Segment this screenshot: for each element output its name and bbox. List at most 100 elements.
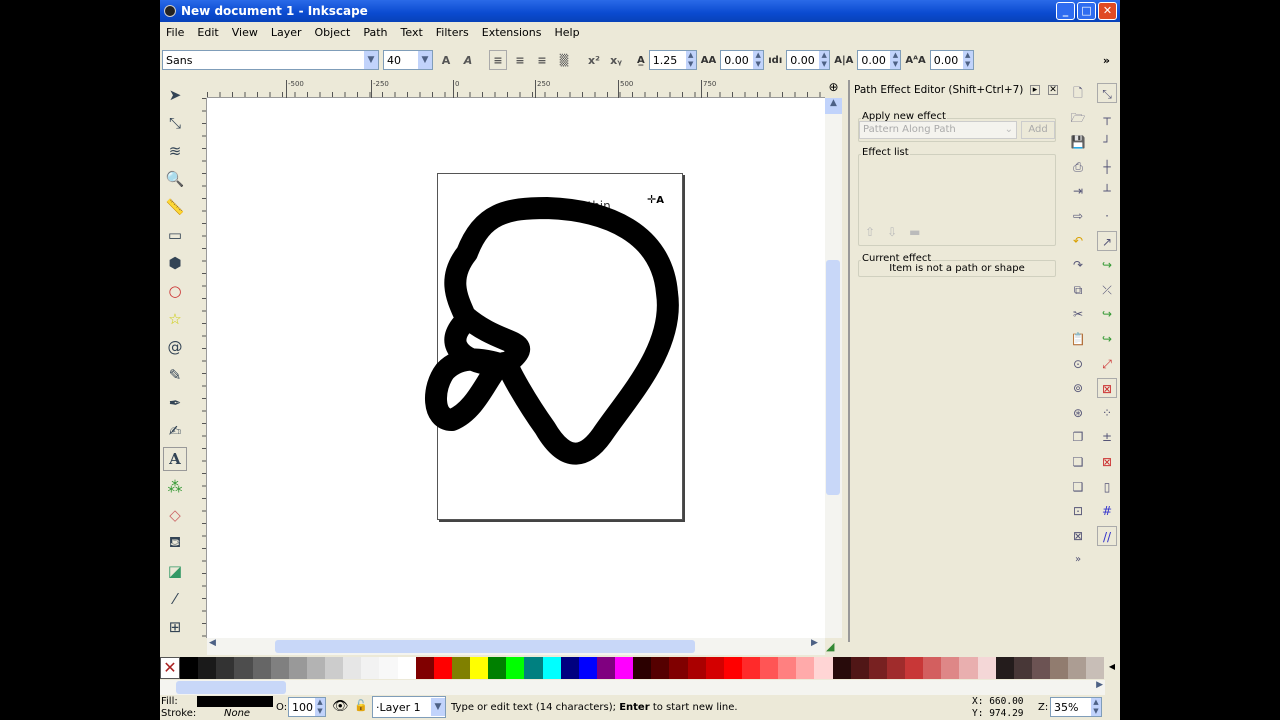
menu-layer[interactable]: Layer: [271, 26, 302, 39]
spiral-tool-icon[interactable]: @: [163, 335, 187, 359]
color-swatch[interactable]: [651, 657, 670, 679]
spin-icon[interactable]: ▲ ▼: [685, 51, 696, 69]
color-swatch[interactable]: [542, 657, 561, 679]
no-paint-swatch[interactable]: ✕: [160, 657, 180, 679]
color-swatch[interactable]: [705, 657, 724, 679]
superscript-icon[interactable]: x²: [585, 50, 603, 70]
italic-icon[interactable]: A: [459, 50, 477, 70]
color-swatch[interactable]: [506, 657, 525, 679]
snap-enable-icon[interactable]: ⤡: [1097, 83, 1117, 103]
toolbar-overflow-button[interactable]: »: [1103, 54, 1110, 67]
import-icon[interactable]: ⇥: [1068, 181, 1088, 201]
chevron-down-icon[interactable]: ▼: [364, 51, 378, 69]
snap-smooth-icon[interactable]: ↪: [1097, 329, 1117, 349]
minimize-button[interactable]: _: [1056, 2, 1075, 20]
color-swatch[interactable]: [361, 657, 380, 679]
lock-icon[interactable]: 🔓: [354, 699, 368, 712]
close-button[interactable]: ✕: [1098, 2, 1117, 20]
menu-path[interactable]: Path: [363, 26, 387, 39]
menu-object[interactable]: Object: [315, 26, 351, 39]
color-swatch[interactable]: [1050, 657, 1069, 679]
dock-icon[interactable]: ▸: [1030, 85, 1040, 95]
vertical-scrollbar[interactable]: ▲: [825, 98, 842, 638]
color-swatch[interactable]: [343, 657, 362, 679]
clone-icon[interactable]: ❏: [1068, 452, 1088, 472]
export-icon[interactable]: ⇨: [1068, 206, 1088, 226]
menu-edit[interactable]: Edit: [197, 26, 218, 39]
fill-swatch[interactable]: [197, 696, 273, 707]
justify-icon[interactable]: ▒: [555, 50, 573, 70]
paint-bucket-tool-icon[interactable]: ⛾: [163, 531, 187, 555]
kerning-input[interactable]: 0.00 ▲ ▼: [857, 50, 902, 70]
horizontal-ruler[interactable]: -500 -250 0 250 500 750: [207, 80, 825, 98]
save-icon[interactable]: 💾: [1068, 132, 1088, 152]
color-swatch[interactable]: [379, 657, 398, 679]
color-swatch[interactable]: [325, 657, 344, 679]
palette-menu-icon[interactable]: ◀: [1104, 657, 1120, 679]
spin-icon[interactable]: ▲ ▼: [890, 51, 901, 69]
ellipse-tool-icon[interactable]: ○: [163, 279, 187, 303]
close-dialog-icon[interactable]: ✕: [1048, 85, 1058, 95]
font-size-select[interactable]: 40 ▼: [383, 50, 433, 70]
menu-filters[interactable]: Filters: [436, 26, 469, 39]
color-swatch[interactable]: [216, 657, 235, 679]
node-tool-icon[interactable]: ⤡: [163, 111, 187, 135]
color-swatch[interactable]: [741, 657, 760, 679]
copy-icon[interactable]: ⧉: [1068, 280, 1088, 300]
word-spacing-input[interactable]: 0.00 ▲ ▼: [786, 50, 831, 70]
chevron-down-icon[interactable]: ▼: [431, 698, 445, 716]
rectangle-tool-icon[interactable]: ▭: [163, 223, 187, 247]
group-icon[interactable]: ⊡: [1068, 501, 1088, 521]
chevron-down-icon[interactable]: ▼: [418, 51, 432, 69]
text-tool-icon[interactable]: A: [163, 447, 187, 471]
zoom-page-icon[interactable]: ⊛: [1068, 403, 1088, 423]
zoom-1to1-icon[interactable]: ⊕: [825, 80, 842, 98]
menu-view[interactable]: View: [232, 26, 258, 39]
font-family-select[interactable]: Sans ▼: [162, 50, 379, 70]
color-swatch[interactable]: [524, 657, 543, 679]
letter-spacing-input[interactable]: 0.00 ▲ ▼: [720, 50, 765, 70]
color-swatch[interactable]: [633, 657, 652, 679]
scroll-left-icon[interactable]: ◀: [209, 638, 221, 648]
line-spacing-input[interactable]: 1.25 ▲ ▼: [648, 50, 697, 70]
redo-icon[interactable]: ↷: [1068, 255, 1088, 275]
color-swatch[interactable]: [905, 657, 924, 679]
snap-paths-icon[interactable]: ↪: [1097, 255, 1117, 275]
pencil-tool-icon[interactable]: ✎: [163, 363, 187, 387]
color-swatch[interactable]: [397, 657, 416, 679]
color-swatch[interactable]: [1031, 657, 1050, 679]
paste-icon[interactable]: 📋: [1068, 329, 1088, 349]
tweak-tool-icon[interactable]: ≋: [163, 139, 187, 163]
snap-bbox-icon[interactable]: ┬: [1097, 108, 1117, 128]
align-right-icon[interactable]: ≡: [533, 50, 551, 70]
color-swatch[interactable]: [832, 657, 851, 679]
color-swatch[interactable]: [451, 657, 470, 679]
snap-bbox-corners-icon[interactable]: ┼: [1097, 157, 1117, 177]
align-left-icon[interactable]: ≡: [489, 50, 507, 70]
color-swatch[interactable]: [1013, 657, 1032, 679]
color-swatch[interactable]: [578, 657, 597, 679]
color-swatch[interactable]: [234, 657, 253, 679]
snap-grid-icon[interactable]: #: [1097, 501, 1117, 521]
print-icon[interactable]: ⎙: [1068, 157, 1088, 177]
spin-icon[interactable]: ▲ ▼: [753, 51, 764, 69]
maximize-button[interactable]: □: [1077, 2, 1096, 20]
color-swatch[interactable]: [488, 657, 507, 679]
snap-centers-icon[interactable]: ⊠: [1097, 378, 1117, 399]
color-swatch[interactable]: [270, 657, 289, 679]
horizontal-scroll-thumb[interactable]: [275, 640, 695, 653]
spin-icon[interactable]: ▲ ▼: [819, 51, 830, 69]
move-up-icon[interactable]: ⇧: [865, 225, 875, 239]
stroke-value[interactable]: None: [224, 708, 250, 719]
color-swatch[interactable]: [198, 657, 217, 679]
snap-nodes-icon[interactable]: ↗: [1097, 230, 1117, 251]
color-swatch[interactable]: [886, 657, 905, 679]
effect-select[interactable]: Pattern Along Path ⌄: [859, 121, 1017, 139]
color-swatch[interactable]: [850, 657, 869, 679]
snap-page-icon[interactable]: ⊠: [1097, 452, 1117, 472]
move-down-icon[interactable]: ⇩: [887, 225, 897, 239]
color-swatch[interactable]: [470, 657, 489, 679]
color-swatch[interactable]: [596, 657, 615, 679]
thick-path-shape[interactable]: [207, 98, 825, 638]
horizontal-scrollbar[interactable]: ◀ ▶: [207, 638, 825, 655]
